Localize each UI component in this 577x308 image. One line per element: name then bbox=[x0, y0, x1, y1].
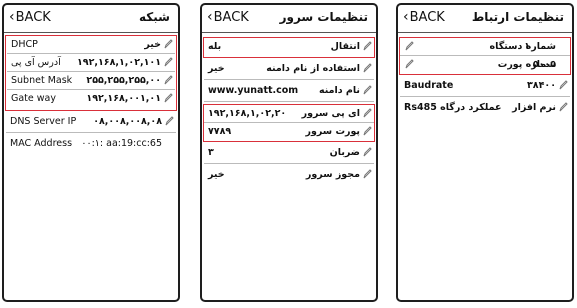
pencil-icon[interactable] bbox=[163, 92, 173, 104]
setting-label: ضربان bbox=[329, 147, 360, 158]
setting-row-heartbeat[interactable]: ضربان ۳ bbox=[204, 142, 374, 164]
pencil-icon[interactable] bbox=[558, 101, 568, 113]
back-button[interactable]: ‹BACK bbox=[403, 9, 445, 26]
setting-value: خیر bbox=[208, 63, 225, 74]
setting-label: پورت سرور bbox=[305, 126, 360, 137]
chevron-left-icon: ‹ bbox=[207, 9, 213, 25]
setting-row-dhcp[interactable]: DHCP خیر bbox=[7, 36, 175, 54]
setting-label: DNS Server IP bbox=[10, 116, 77, 127]
setting-label: شماره دستگاه bbox=[489, 41, 556, 52]
setting-value: ۱۹۲,۱۶۸,۰۰۱,۰۱ bbox=[86, 93, 161, 104]
setting-value: ۱ bbox=[524, 41, 530, 52]
pencil-icon[interactable] bbox=[362, 168, 372, 180]
screen-title: شبکه bbox=[139, 10, 170, 24]
setting-row-rs485-function[interactable]: عملکرد درگاه Rs485 نرم افزار bbox=[400, 97, 570, 119]
setting-value: ۵۰۰۵ bbox=[532, 59, 556, 70]
chevron-left-icon: ‹ bbox=[9, 9, 15, 25]
setting-value: ۲۵۵,۲۵۵,۲۵۵,۰۰ bbox=[86, 75, 161, 86]
back-label: BACK bbox=[15, 10, 51, 25]
pencil-icon[interactable] bbox=[163, 38, 173, 50]
setting-row-device-number[interactable]: شماره دستگاه ۱ bbox=[400, 38, 570, 56]
pencil-icon[interactable] bbox=[362, 125, 372, 137]
pencil-icon[interactable] bbox=[558, 79, 568, 91]
screen-title: تنظیمات ارتباط bbox=[471, 10, 564, 24]
setting-row-server-port[interactable]: پورت سرور ۷۷۸۹ bbox=[204, 123, 374, 141]
setting-label: عملکرد درگاه Rs485 bbox=[404, 102, 502, 113]
setting-value: خیر bbox=[208, 169, 225, 180]
setting-value: www.yunatt.com bbox=[208, 85, 299, 96]
highlight-box: شماره دستگاه ۱ شماره پورت ۵۰۰۵ bbox=[399, 37, 571, 75]
setting-row-port-number[interactable]: شماره پورت ۵۰۰۵ bbox=[400, 56, 570, 74]
setting-value: ۰۰:۱: aa:19:cc:65 bbox=[81, 138, 162, 149]
highlight-box: DHCP خیر آدرس آی پی ۱۹۲,۱۶۸,۱,۰۲,۱۰۱ Sub… bbox=[5, 35, 177, 111]
screen-header: ‹BACK تنظیمات سرور bbox=[202, 5, 376, 33]
setting-label: انتقال bbox=[330, 41, 360, 52]
pencil-icon[interactable] bbox=[362, 84, 372, 96]
communication-settings-screen: ‹BACK تنظیمات ارتباط شماره دستگاه ۱ شمار… bbox=[396, 3, 574, 302]
back-button[interactable]: ‹BACK bbox=[207, 9, 249, 26]
setting-value: ۱۹۲,۱۶۸,۱,۰۲,۱۰۱ bbox=[76, 57, 161, 68]
setting-label: DHCP bbox=[11, 39, 38, 50]
screen-header: ‹BACK تنظیمات ارتباط bbox=[398, 5, 572, 33]
pencil-icon[interactable] bbox=[362, 146, 372, 158]
pencil-icon[interactable] bbox=[404, 40, 414, 52]
setting-row-domain-name[interactable]: نام دامنه www.yunatt.com bbox=[204, 80, 374, 102]
server-settings-screen: ‹BACK تنظیمات سرور انتقال بله استفاده از… bbox=[200, 3, 378, 302]
setting-label: Gate way bbox=[11, 93, 56, 104]
pencil-icon[interactable] bbox=[163, 56, 173, 68]
setting-label: نام دامنه bbox=[318, 85, 360, 96]
setting-value: نرم افزار bbox=[512, 102, 556, 113]
back-label: BACK bbox=[213, 10, 249, 25]
setting-value: ۷۷۸۹ bbox=[208, 126, 232, 137]
setting-row-server-ip[interactable]: ای پی سرور ۱۹۲,۱۶۸,۱,۰۲,۲۰ bbox=[204, 105, 374, 123]
highlight-box: انتقال بله bbox=[203, 37, 375, 58]
setting-label: MAC Address bbox=[10, 138, 73, 149]
setting-row-use-domain[interactable]: استفاده از نام دامنه خیر bbox=[204, 58, 374, 80]
pencil-icon[interactable] bbox=[362, 62, 372, 74]
setting-row-gateway[interactable]: Gate way ۱۹۲,۱۶۸,۰۰۱,۰۱ bbox=[7, 90, 175, 108]
back-label: BACK bbox=[409, 10, 445, 25]
setting-label: Baudrate bbox=[404, 80, 454, 91]
pencil-icon[interactable] bbox=[163, 74, 173, 86]
setting-row-dns-server[interactable]: DNS Server IP ۰۸,۰۰۸,۰۰۸,۰۸ bbox=[6, 111, 176, 133]
setting-label: آدرس آی پی bbox=[11, 57, 61, 68]
setting-row-mac-address: MAC Address ۰۰:۱: aa:19:cc:65 bbox=[6, 133, 176, 155]
back-button[interactable]: ‹BACK bbox=[9, 9, 51, 26]
setting-label: ای پی سرور bbox=[301, 108, 360, 119]
setting-row-baudrate[interactable]: Baudrate ۳۸۴۰۰ bbox=[400, 75, 570, 97]
setting-label: مجوز سرور bbox=[305, 169, 360, 180]
setting-label: استفاده از نام دامنه bbox=[266, 63, 360, 74]
pencil-icon[interactable] bbox=[404, 58, 414, 70]
pencil-icon[interactable] bbox=[362, 107, 372, 119]
setting-row-transfer[interactable]: انتقال بله bbox=[204, 38, 374, 56]
highlight-box: ای پی سرور ۱۹۲,۱۶۸,۱,۰۲,۲۰ پورت سرور ۷۷۸… bbox=[203, 104, 375, 142]
setting-value: ۳ bbox=[208, 147, 214, 158]
setting-value: ۰۸,۰۰۸,۰۰۸,۰۸ bbox=[93, 116, 162, 127]
setting-label: Subnet Mask bbox=[11, 75, 73, 86]
network-settings-screen: ‹BACK شبکه DHCP خیر آدرس آی پی ۱۹۲,۱۶۸,۱… bbox=[2, 3, 180, 302]
pencil-icon[interactable] bbox=[362, 40, 372, 52]
setting-value: ۳۸۴۰۰ bbox=[527, 80, 556, 91]
chevron-left-icon: ‹ bbox=[403, 9, 409, 25]
pencil-icon[interactable] bbox=[164, 115, 174, 127]
screen-header: ‹BACK شبکه bbox=[4, 5, 178, 33]
setting-row-ip-address[interactable]: آدرس آی پی ۱۹۲,۱۶۸,۱,۰۲,۱۰۱ bbox=[7, 54, 175, 72]
setting-row-server-license[interactable]: مجوز سرور خیر bbox=[204, 164, 374, 186]
screen-title: تنظیمات سرور bbox=[279, 10, 368, 24]
setting-value: بله bbox=[208, 41, 222, 52]
setting-value: ۱۹۲,۱۶۸,۱,۰۲,۲۰ bbox=[208, 108, 287, 119]
setting-row-subnet-mask[interactable]: Subnet Mask ۲۵۵,۲۵۵,۲۵۵,۰۰ bbox=[7, 72, 175, 90]
setting-value: خیر bbox=[144, 39, 161, 50]
